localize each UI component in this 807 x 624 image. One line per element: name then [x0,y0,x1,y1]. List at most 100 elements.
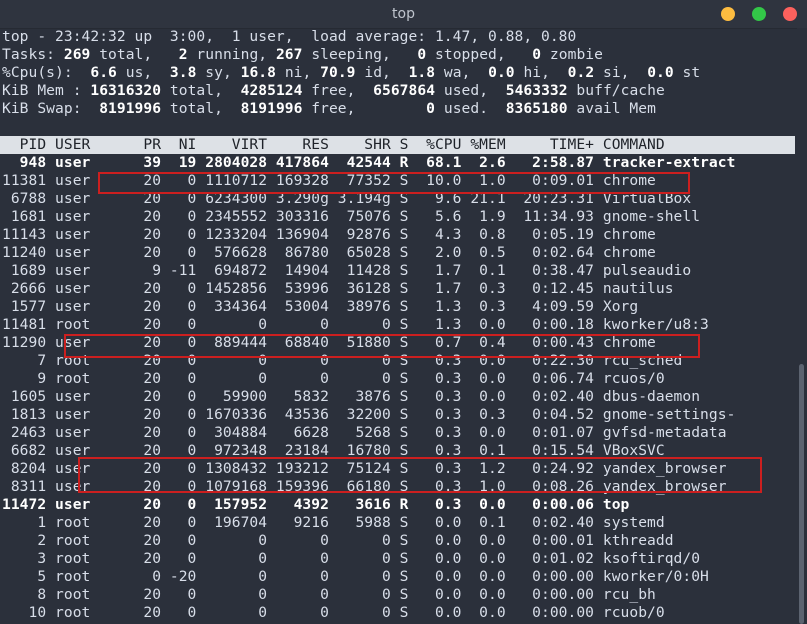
summary-label: used, [435,82,506,99]
highlight-box-chrome-11290 [64,334,700,358]
process-table-header: PID USER PR NI VIRT RES SHR S %CPU %MEM … [0,136,795,154]
summary-label: st [673,64,701,81]
tasks-line: Tasks: 269 total, 2 running, 267 sleepin… [2,46,603,64]
table-row-text: 1577 user 20 0 334364 53004 38976 S 1.3 … [2,298,639,315]
summary-label: hi, [514,64,568,81]
summary-value: 0.2 [567,64,595,81]
terminal-area[interactable]: top - 23:42:32 up 3:00, 1 user, load ave… [0,28,795,624]
summary-label: used. [435,100,506,117]
table-row[interactable]: 1813 user 20 0 1670336 43536 32200 S 0.3… [0,406,795,424]
table-row[interactable]: 3 root 20 0 0 0 0 S 0.0 0.0 0:01.02 ksof… [0,550,795,568]
table-row[interactable]: 5 root 0 -20 0 0 0 S 0.0 0.0 0:00.00 kwo… [0,568,795,586]
table-row[interactable]: 11472 user 20 0 157952 4392 3616 R 0.3 0… [0,496,795,514]
summary-value: 3.8 [169,64,197,81]
summary-value: 0 [532,46,542,63]
summary-label: total, [161,100,241,117]
summary-value: 8191996 [240,100,303,117]
summary-value: 8365180 [505,100,568,117]
table-row[interactable]: 2463 user 20 0 304884 6628 5268 S 0.3 0.… [0,424,795,442]
highlight-box-chrome-11381 [98,172,690,194]
table-row[interactable]: 2 root 20 0 0 0 0 S 0.0 0.0 0:00.01 kthr… [0,532,795,550]
summary-value: 4285124 [240,82,303,99]
table-row-text: 2463 user 20 0 304884 6628 5268 S 0.3 0.… [2,424,727,441]
table-row-text: 2666 user 20 0 1452856 53996 36128 S 1.7… [2,280,674,297]
summary-label: total, [90,46,179,63]
summary-value: 269 [63,46,91,63]
summary-label: total, [161,82,241,99]
table-row-text: 11481 root 20 0 0 0 0 S 1.3 0.0 0:00.18 … [2,316,709,333]
table-row-text: 11472 user 20 0 157952 4392 3616 R 0.3 0… [2,496,630,513]
table-row[interactable]: 11481 root 20 0 0 0 0 S 1.3 0.0 0:00.18 … [0,316,795,334]
table-row[interactable]: 11240 user 20 0 576628 86780 65028 S 2.0… [0,244,795,262]
table-row-text: 10 root 20 0 0 0 0 S 0.0 0.0 0:00.00 rcu… [2,604,665,621]
table-row-text: 1 root 20 0 196704 9216 5988 S 0.0 0.1 0… [2,514,665,531]
summary-label: running, [187,46,276,63]
table-row[interactable]: 9 root 20 0 0 0 0 S 0.3 0.0 0:06.74 rcuo… [0,370,795,388]
summary-label: avail Mem [567,100,656,117]
summary-value: 16.8 [240,64,276,81]
summary-value: 16316320 [90,82,162,99]
summary-label: si, [594,64,648,81]
summary-value: 8191996 [99,100,162,117]
summary-label: Tasks: [2,46,64,63]
maximize-button[interactable] [752,7,766,21]
summary-label: buff/cache [567,82,665,99]
cpu-line: %Cpu(s): 6.6 us, 3.8 sy, 16.8 ni, 70.9 i… [2,64,700,82]
table-row[interactable]: 948 user 39 19 2804028 417864 42544 R 68… [0,154,795,172]
summary-value: 5463332 [505,82,568,99]
swap-line: KiB Swap: 8191996 total, 8191996 free, 0… [2,100,656,118]
table-row-text: 9 root 20 0 0 0 0 S 0.3 0.0 0:06.74 rcuo… [2,370,665,387]
table-row-text: 948 user 39 19 2804028 417864 42544 R 68… [2,154,736,171]
table-row-text: 3 root 20 0 0 0 0 S 0.0 0.0 0:01.02 ksof… [2,550,701,567]
table-row[interactable]: 1 root 20 0 196704 9216 5988 S 0.0 0.1 0… [0,514,795,532]
scrollbar-thumb[interactable] [799,364,804,624]
window-title: top [392,6,415,22]
summary-label: free, [302,100,427,117]
summary-label: ni, [275,64,321,81]
minimize-button[interactable] [721,7,735,21]
table-row[interactable]: 1577 user 20 0 334364 53004 38976 S 1.3 … [0,298,795,316]
table-row[interactable]: 8 root 20 0 0 0 0 S 0.0 0.0 0:00.00 rcu_… [0,586,795,604]
summary-label: zombie [541,46,603,63]
table-row[interactable]: 10 root 20 0 0 0 0 S 0.0 0.0 0:00.00 rcu… [0,604,795,622]
table-row-text: 5 root 0 -20 0 0 0 S 0.0 0.0 0:00.00 kwo… [2,568,709,585]
table-row-text: 11240 user 20 0 576628 86780 65028 S 2.0… [2,244,656,261]
summary-value: 0 [426,100,436,117]
table-row[interactable]: 1689 user 9 -11 694872 14904 11428 S 1.7… [0,262,795,280]
summary-label: KiB Swap: [2,100,100,117]
scrollbar[interactable] [797,28,807,624]
summary-label: %Cpu(s): [2,64,91,81]
table-row[interactable]: 11143 user 20 0 1233204 136904 92876 S 4… [0,226,795,244]
window-titlebar[interactable]: top [0,0,807,29]
summary-value: 267 [275,46,303,63]
summary-value: 6.6 [90,64,117,81]
summary-label: sleeping, [302,46,418,63]
summary-value: 1.8 [408,64,436,81]
table-row[interactable]: 1605 user 20 0 59900 5832 3876 S 0.3 0.0… [0,388,795,406]
table-row-text: 1605 user 20 0 59900 5832 3876 S 0.3 0.0… [2,388,701,405]
summary-label: KiB Mem : [2,82,91,99]
table-row-text: 2 root 20 0 0 0 0 S 0.0 0.0 0:00.01 kthr… [2,532,674,549]
table-header-text: PID USER PR NI VIRT RES SHR S %CPU %MEM … [2,136,665,153]
summary-label: id, [355,64,409,81]
summary-label: wa, [435,64,489,81]
summary-label: stopped, [426,46,533,63]
table-row-text: 1813 user 20 0 1670336 43536 32200 S 0.3… [2,406,736,423]
summary-value: 2 [178,46,188,63]
table-row-text: 11143 user 20 0 1233204 136904 92876 S 4… [2,226,656,243]
table-row-text: 1689 user 9 -11 694872 14904 11428 S 1.7… [2,262,692,279]
table-row-text: 1681 user 20 0 2345552 303316 75076 S 5.… [2,208,701,225]
summary-label: us, [116,64,170,81]
highlight-box-yandex-browser [78,457,762,493]
summary-value: 0.0 [647,64,674,81]
table-row[interactable]: 2666 user 20 0 1452856 53996 36128 S 1.7… [0,280,795,298]
summary-label: free, [302,82,374,99]
table-row[interactable]: 1681 user 20 0 2345552 303316 75076 S 5.… [0,208,795,226]
summary-value: 0 [417,46,427,63]
summary-label: sy, [196,64,241,81]
summary-value: 70.9 [320,64,356,81]
uptime-line: top - 23:42:32 up 3:00, 1 user, load ave… [2,28,577,45]
table-row-text: 8 root 20 0 0 0 0 S 0.0 0.0 0:00.00 rcu_… [2,586,656,603]
close-button[interactable] [783,7,797,21]
summary-value: 0.0 [488,64,515,81]
